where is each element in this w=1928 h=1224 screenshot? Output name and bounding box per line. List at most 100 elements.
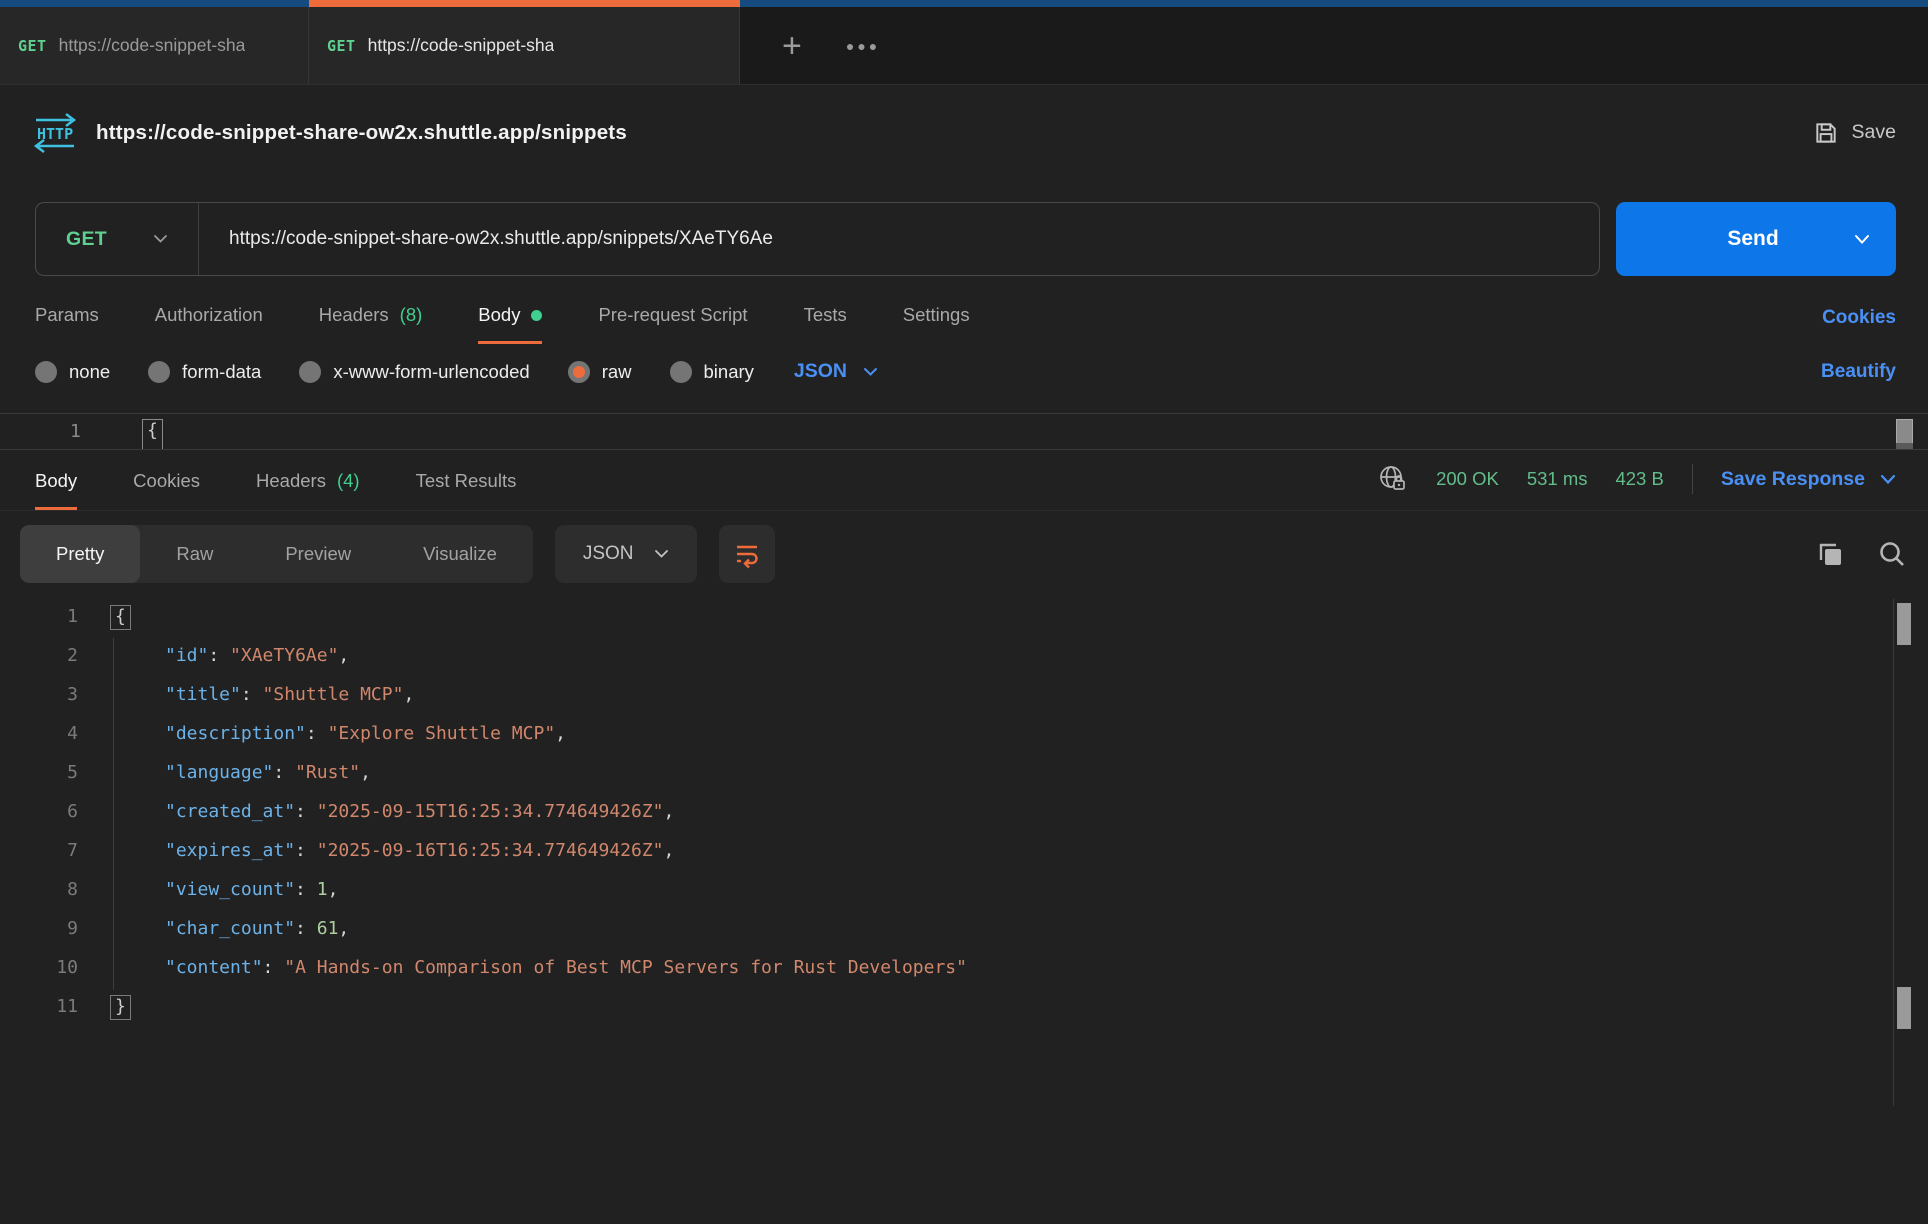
token-p: , xyxy=(328,879,339,900)
beautify-link[interactable]: Beautify xyxy=(1821,361,1896,383)
request-header: HTTP https://code-snippet-share-ow2x.shu… xyxy=(0,85,1928,180)
token-str: "Rust" xyxy=(295,762,360,783)
network-globe-lock-icon[interactable] xyxy=(1378,464,1408,494)
token-p: : xyxy=(295,918,317,939)
tab-options-button[interactable]: ●●● xyxy=(846,38,880,54)
tab-label: Body xyxy=(35,470,77,492)
response-tab-headers[interactable]: Headers(4) xyxy=(256,470,360,510)
token-str: "XAeTY6Ae" xyxy=(230,645,338,666)
token-key: "created_at" xyxy=(165,801,295,822)
request-tab-tests[interactable]: Tests xyxy=(804,304,847,344)
body-mode-row: none form-data x-www-form-urlencoded raw bin… xyxy=(0,344,1928,383)
response-size[interactable]: 423 B xyxy=(1615,468,1663,490)
line-number: 8 xyxy=(0,879,78,900)
save-response-button[interactable]: Save Response xyxy=(1721,468,1896,491)
code-line: 5"language": "Rust", xyxy=(0,753,1928,792)
response-time[interactable]: 531 ms xyxy=(1527,468,1588,490)
tab-label: Pre-request Script xyxy=(598,304,747,326)
radio-icon xyxy=(148,361,170,383)
body-mode-x-www-form-urlencoded[interactable]: x-www-form-urlencoded xyxy=(299,361,529,383)
token-str: "2025-09-16T16:25:34.774649426Z" xyxy=(317,840,664,861)
response-tab-body[interactable]: Body xyxy=(35,470,77,510)
token-key: "title" xyxy=(165,684,241,705)
view-tab-preview[interactable]: Preview xyxy=(249,525,387,583)
tab-label: Settings xyxy=(903,304,970,326)
copy-response-button[interactable] xyxy=(1814,538,1846,570)
request-tab-settings[interactable]: Settings xyxy=(903,304,970,344)
chevron-down-icon xyxy=(863,367,878,377)
token-key: "description" xyxy=(165,723,306,744)
code-line: 9"char_count": 61, xyxy=(0,909,1928,948)
tab-url-label: https://code-snippet-sha xyxy=(368,35,555,56)
request-tab[interactable]: GET https://code-snippet-sha xyxy=(309,7,740,84)
raw-type-dropdown[interactable]: JSON xyxy=(794,360,878,383)
body-mode-form-data[interactable]: form-data xyxy=(148,361,261,383)
request-tab-params[interactable]: Params xyxy=(35,304,99,344)
tab-label: Tests xyxy=(804,304,847,326)
token-brace: { xyxy=(110,605,131,630)
raw-type-label: JSON xyxy=(794,360,847,383)
token-key: "char_count" xyxy=(165,918,295,939)
body-mode-binary[interactable]: binary xyxy=(670,361,754,383)
token-str: "Explore Shuttle MCP" xyxy=(328,723,556,744)
send-button[interactable]: Send xyxy=(1616,202,1896,276)
token-p: , xyxy=(664,801,675,822)
chevron-down-icon xyxy=(1854,234,1870,245)
line-content: "language": "Rust", xyxy=(110,762,371,783)
response-scrollbar-thumb[interactable] xyxy=(1897,603,1911,645)
new-tab-button[interactable]: + xyxy=(782,29,802,63)
search-response-button[interactable] xyxy=(1876,538,1908,570)
status-code[interactable]: 200 OK xyxy=(1436,468,1499,490)
chevron-down-icon xyxy=(1880,474,1896,485)
body-mode-raw[interactable]: raw xyxy=(568,361,632,383)
view-tab-visualize[interactable]: Visualize xyxy=(387,525,533,583)
url-input[interactable] xyxy=(199,228,1599,250)
wrap-text-button[interactable] xyxy=(719,525,775,583)
response-tab-test-results[interactable]: Test Results xyxy=(416,470,517,510)
method-dropdown[interactable]: GET xyxy=(36,203,198,275)
tab-method-label: GET xyxy=(327,37,356,55)
mode-label: form-data xyxy=(182,361,261,383)
save-button[interactable]: Save xyxy=(1813,120,1896,146)
request-tab[interactable]: GEThttps://code-snippet-sha xyxy=(0,7,309,84)
request-tab-pre-request-script[interactable]: Pre-request Script xyxy=(598,304,747,344)
editor-scrollbar-track[interactable] xyxy=(1896,443,1913,449)
token-num: 1 xyxy=(317,879,328,900)
token-p: : xyxy=(295,840,317,861)
chevron-down-icon xyxy=(654,549,669,559)
view-tab-pretty[interactable]: Pretty xyxy=(20,525,140,583)
top-accent-bar xyxy=(0,0,1928,7)
response-toolbar: PrettyRawPreviewVisualize JSON xyxy=(20,525,1908,583)
response-scrollbar-thumb-lower[interactable] xyxy=(1897,987,1911,1029)
line-content: "description": "Explore Shuttle MCP", xyxy=(110,723,566,744)
code-line: 11} xyxy=(0,987,1928,1026)
cookies-link[interactable]: Cookies xyxy=(1822,307,1896,344)
line-content: "expires_at": "2025-09-16T16:25:34.77464… xyxy=(110,840,674,861)
code-line: 8"view_count": 1, xyxy=(0,870,1928,909)
view-tab-raw[interactable]: Raw xyxy=(140,525,249,583)
line-content: "char_count": 61, xyxy=(110,918,349,939)
request-tab-headers[interactable]: Headers(8) xyxy=(319,304,423,344)
radio-icon xyxy=(35,361,57,383)
response-nav: Body Cookies Headers(4) Test Results 200 OK… xyxy=(0,450,1928,511)
search-icon xyxy=(1876,538,1908,570)
editor-scrollbar-thumb[interactable] xyxy=(1896,419,1913,445)
tab-method-label: GET xyxy=(18,37,47,55)
response-format-dropdown[interactable]: JSON xyxy=(555,525,697,583)
mode-label: raw xyxy=(602,361,632,383)
request-tab-authorization[interactable]: Authorization xyxy=(155,304,263,344)
token-p: : xyxy=(295,879,317,900)
request-tab-body[interactable]: Body xyxy=(478,304,542,344)
line-content: "id": "XAeTY6Ae", xyxy=(110,645,349,666)
token-p: : xyxy=(241,684,263,705)
line-content: { xyxy=(110,606,131,627)
line-number: 3 xyxy=(0,684,78,705)
token-p: , xyxy=(664,840,675,861)
response-tab-cookies[interactable]: Cookies xyxy=(133,470,200,510)
body-mode-none[interactable]: none xyxy=(35,361,110,383)
request-body-editor[interactable]: 1 { xyxy=(0,413,1928,450)
tab-count-badge: (4) xyxy=(337,470,360,492)
token-key: "expires_at" xyxy=(165,840,295,861)
line-number: 6 xyxy=(0,801,78,822)
token-p: , xyxy=(338,645,349,666)
